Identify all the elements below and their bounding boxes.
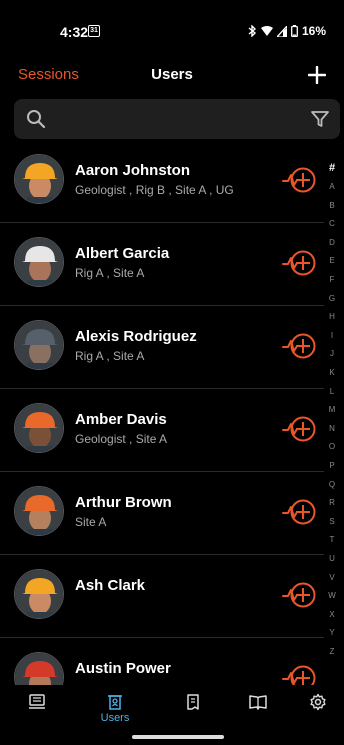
user-avatar	[14, 486, 64, 536]
alpha-index-letter[interactable]: D	[327, 238, 337, 247]
user-name: Ash Clark	[75, 577, 146, 594]
status-indicators: 16%	[247, 24, 326, 38]
status-bar: 4:32 31 16%	[0, 0, 344, 58]
battery-percent: 16%	[301, 24, 326, 38]
alpha-index-letter[interactable]: Z	[327, 647, 337, 656]
heartbeat-plus-icon	[282, 416, 316, 442]
filter-icon[interactable]	[310, 109, 330, 129]
alpha-index-letter[interactable]: T	[327, 535, 337, 544]
alpha-index-letter[interactable]: W	[327, 591, 337, 600]
heartbeat-plus-icon	[282, 250, 316, 276]
alpha-index-letter[interactable]: F	[327, 275, 337, 284]
start-session-button[interactable]	[282, 247, 318, 279]
user-row[interactable]: Austin Power	[0, 638, 324, 685]
alpha-index-letter[interactable]: J	[327, 349, 337, 358]
alpha-index-letter[interactable]: M	[327, 405, 337, 414]
user-name: Aaron Johnston	[75, 162, 190, 179]
search-input[interactable]	[54, 107, 294, 131]
sessions-back-link[interactable]: Sessions	[18, 66, 79, 83]
user-name: Albert Garcia	[75, 245, 170, 262]
alpha-index-letter[interactable]: H	[327, 312, 337, 321]
user-avatar	[14, 154, 64, 204]
alphabet-index[interactable]: # A B C D E F G H I J K L M N O P Q R S T U V W X Y Z	[320, 160, 344, 660]
user-row[interactable]: Ash Clark	[0, 555, 324, 638]
tab-users[interactable]: Users	[90, 693, 140, 733]
add-user-button[interactable]	[304, 62, 330, 88]
user-roles: Rig A , Site A	[75, 349, 145, 363]
user-avatar	[14, 237, 64, 287]
user-row[interactable]: Arthur Brown Site A	[0, 472, 324, 555]
calendar-icon: 31	[88, 25, 100, 37]
tab-sessions[interactable]	[12, 693, 62, 733]
alpha-index-letter[interactable]: X	[327, 610, 337, 619]
user-name: Austin Power	[75, 660, 171, 677]
home-indicator[interactable]	[132, 735, 224, 739]
start-session-button[interactable]	[282, 330, 318, 362]
alpha-index-letter[interactable]: P	[327, 461, 337, 470]
document-icon	[187, 694, 199, 710]
user-name: Arthur Brown	[75, 494, 172, 511]
monitor-icon	[29, 694, 45, 709]
heartbeat-plus-icon	[282, 333, 316, 359]
search-icon[interactable]	[26, 109, 46, 129]
alpha-index-letter[interactable]: L	[327, 387, 337, 396]
user-list[interactable]: Aaron Johnston Geologist , Rig B , Site …	[0, 140, 324, 685]
user-avatar	[14, 652, 64, 685]
user-avatar	[14, 320, 64, 370]
alpha-index-letter[interactable]: E	[327, 256, 337, 265]
start-session-button[interactable]	[282, 662, 318, 685]
alpha-index-letter[interactable]: Q	[327, 480, 337, 489]
alpha-index-letter[interactable]: S	[327, 517, 337, 526]
tab-users-label: Users	[100, 712, 130, 724]
alpha-index-letter[interactable]: G	[327, 294, 337, 303]
alpha-index-letter[interactable]: Y	[327, 628, 337, 637]
tab-library[interactable]	[233, 693, 283, 733]
alpha-index-letter[interactable]: A	[327, 182, 337, 191]
status-time: 4:32	[60, 24, 89, 40]
heartbeat-plus-icon	[282, 499, 316, 525]
user-roles: Rig A , Site A	[75, 266, 145, 280]
alpha-index-letter[interactable]: C	[327, 219, 337, 228]
battery-icon	[291, 25, 298, 37]
user-row[interactable]: Aaron Johnston Geologist , Rig B , Site …	[0, 140, 324, 223]
user-avatar	[14, 569, 64, 619]
user-roles: Site A	[75, 515, 107, 529]
app-header: Sessions Users	[0, 60, 344, 92]
user-avatar	[14, 403, 64, 453]
wifi-icon	[260, 25, 273, 36]
user-roles: Geologist , Site A	[75, 432, 168, 446]
user-row[interactable]: Amber Davis Geologist , Site A	[0, 389, 324, 472]
tab-settings[interactable]	[293, 693, 343, 733]
tab-reports[interactable]	[168, 693, 218, 733]
user-row[interactable]: Alexis Rodriguez Rig A , Site A	[0, 306, 324, 389]
bluetooth-icon	[248, 25, 257, 37]
start-session-button[interactable]	[282, 164, 318, 196]
alpha-index-letter[interactable]: I	[327, 331, 337, 340]
alpha-index-letter[interactable]: #	[327, 162, 337, 174]
alpha-index-letter[interactable]: K	[327, 368, 337, 377]
search-bar	[14, 99, 340, 139]
alpha-index-letter[interactable]: O	[327, 442, 337, 451]
heartbeat-plus-icon	[282, 167, 316, 193]
alpha-index-letter[interactable]: V	[327, 573, 337, 582]
user-name: Alexis Rodriguez	[75, 328, 197, 345]
bottom-tab-bar: Users	[0, 685, 344, 745]
start-session-button[interactable]	[282, 579, 318, 611]
user-name: Amber Davis	[75, 411, 167, 428]
id-badge-icon	[108, 695, 122, 710]
alpha-index-letter[interactable]: N	[327, 424, 337, 433]
start-session-button[interactable]	[282, 496, 318, 528]
open-book-icon	[249, 695, 267, 710]
heartbeat-plus-icon	[282, 582, 316, 608]
signal-icon	[276, 25, 287, 37]
alpha-index-letter[interactable]: R	[327, 498, 337, 507]
heartbeat-plus-icon	[282, 665, 316, 685]
user-roles: Geologist , Rig B , Site A , UG	[75, 183, 234, 197]
plus-icon	[308, 66, 326, 84]
alpha-index-letter[interactable]: U	[327, 554, 337, 563]
start-session-button[interactable]	[282, 413, 318, 445]
gear-icon	[310, 693, 326, 711]
user-row[interactable]: Albert Garcia Rig A , Site A	[0, 223, 324, 306]
alpha-index-letter[interactable]: B	[327, 201, 337, 210]
